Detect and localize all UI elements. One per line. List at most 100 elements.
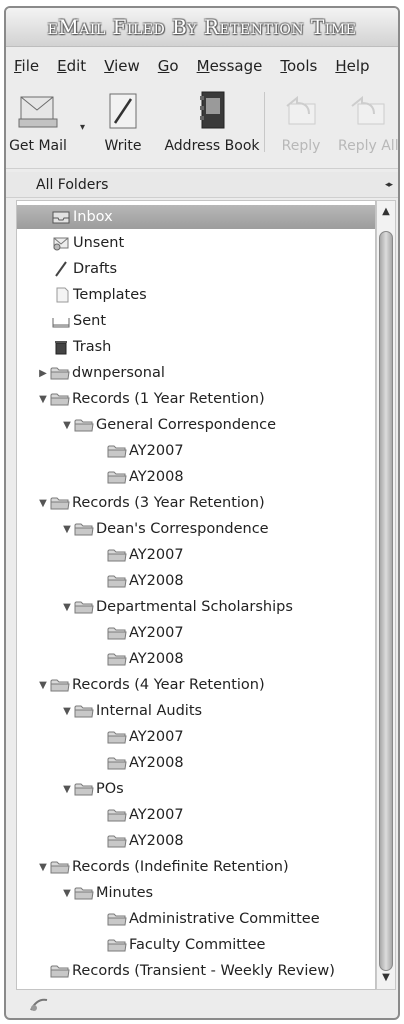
folder-drafts[interactable]: Drafts <box>51 257 117 281</box>
collapse-twisty-icon[interactable]: ▼ <box>61 420 73 431</box>
folder-deans-correspondence[interactable]: ▼ Dean's Correspondence <box>61 517 268 541</box>
get-mail-label: Get Mail <box>9 138 67 154</box>
folder-icon <box>107 807 127 823</box>
address-book-button[interactable]: Address Book <box>162 90 262 154</box>
collapse-twisty-icon[interactable]: ▼ <box>37 498 49 509</box>
folder-records-3-year[interactable]: ▼ Records (3 Year Retention) <box>37 491 265 515</box>
folder-tree-scrollbar[interactable]: ▲ ▼ <box>376 200 396 990</box>
scroll-down-icon[interactable]: ▼ <box>377 969 395 987</box>
menu-go[interactable]: Go <box>149 57 188 75</box>
folder-ay2008[interactable]: AY2008 <box>107 569 184 593</box>
folder-label: AY2007 <box>129 443 184 459</box>
write-button[interactable]: Write <box>98 90 148 154</box>
folder-icon <box>107 651 127 667</box>
menu-file[interactable]: File <box>6 57 48 75</box>
folder-icon <box>50 963 70 979</box>
folder-label: Sent <box>73 313 107 329</box>
folder-inbox[interactable]: Inbox <box>17 205 375 229</box>
folder-ay2007[interactable]: AY2007 <box>107 803 184 827</box>
collapse-twisty-icon[interactable]: ▼ <box>61 602 73 613</box>
folder-icon <box>107 547 127 563</box>
folder-faculty-committee[interactable]: Faculty Committee <box>107 933 265 957</box>
folder-label: AY2007 <box>129 547 184 563</box>
collapse-twisty-icon[interactable]: ▼ <box>37 680 49 691</box>
folder-pane-header[interactable]: All Folders ◂▸ <box>6 172 398 198</box>
folder-trash[interactable]: Trash <box>51 335 111 359</box>
folder-ay2007[interactable]: AY2007 <box>107 621 184 645</box>
collapse-twisty-icon[interactable]: ▼ <box>61 784 73 795</box>
offline-status-icon[interactable] <box>28 994 50 1014</box>
address-book-icon <box>200 91 225 129</box>
menu-help[interactable]: Help <box>326 57 378 75</box>
folder-ay2008[interactable]: AY2008 <box>107 647 184 671</box>
folder-minutes[interactable]: ▼ Minutes <box>61 881 153 905</box>
menu-message[interactable]: Message <box>188 57 272 75</box>
folder-icon <box>50 365 70 381</box>
folder-unsent[interactable]: Unsent <box>51 231 124 255</box>
sent-icon <box>52 318 70 328</box>
menu-tools[interactable]: Tools <box>271 57 326 75</box>
folder-records-transient[interactable]: Records (Transient - Weekly Review) <box>50 959 335 983</box>
folder-internal-audits[interactable]: ▼ Internal Audits <box>61 699 202 723</box>
folder-icon <box>107 833 127 849</box>
folder-ay2008[interactable]: AY2008 <box>107 829 184 853</box>
write-icon <box>109 93 137 129</box>
folder-label: Records (Indefinite Retention) <box>72 859 289 875</box>
menu-edit[interactable]: Edit <box>48 57 95 75</box>
reply-icon <box>286 95 316 125</box>
folder-general-correspondence[interactable]: ▼ General Correspondence <box>61 413 276 437</box>
folder-sent[interactable]: Sent <box>51 309 106 333</box>
folder-records-indefinite[interactable]: ▼ Records (Indefinite Retention) <box>37 855 289 879</box>
folder-administrative-committee[interactable]: Administrative Committee <box>107 907 320 931</box>
folder-ay2008[interactable]: AY2008 <box>107 465 184 489</box>
collapse-twisty-icon[interactable]: ▼ <box>37 862 49 873</box>
get-mail-button[interactable]: Get Mail <box>6 90 70 154</box>
folder-label: Faculty Committee <box>129 937 266 953</box>
folder-label: Trash <box>73 339 112 355</box>
reply-button[interactable]: Reply <box>278 90 324 154</box>
reply-all-button[interactable]: Reply All <box>338 90 398 154</box>
folder-icon <box>74 521 94 537</box>
folder-dwnpersonal[interactable]: ▶ dwnpersonal <box>37 361 165 385</box>
folder-icon <box>74 417 94 433</box>
menu-bar: File Edit View Go Message Tools Help <box>6 52 398 80</box>
folder-records-1-year[interactable]: ▼ Records (1 Year Retention) <box>37 387 265 411</box>
folder-ay2007[interactable]: AY2007 <box>107 543 184 567</box>
window-title: eMail Filed By Retention Time <box>47 15 357 39</box>
folder-label: Inbox <box>73 209 113 225</box>
scroll-up-icon[interactable]: ▲ <box>377 203 395 221</box>
trash-icon <box>55 341 67 355</box>
folder-ay2008[interactable]: AY2008 <box>107 751 184 775</box>
folder-templates[interactable]: Templates <box>51 283 147 307</box>
get-mail-icon <box>18 96 58 128</box>
collapse-twisty-icon[interactable]: ▼ <box>37 394 49 405</box>
folder-label: AY2008 <box>129 469 184 485</box>
menu-view[interactable]: View <box>95 57 149 75</box>
reply-label: Reply <box>281 138 321 154</box>
folder-ay2007[interactable]: AY2007 <box>107 725 184 749</box>
folder-icon <box>107 573 127 589</box>
folder-icon <box>107 755 127 771</box>
folder-label: Drafts <box>73 261 118 277</box>
folder-pos[interactable]: ▼ POs <box>61 777 124 801</box>
drafts-icon <box>55 261 67 277</box>
scrollbar-thumb[interactable] <box>379 231 393 971</box>
folder-icon <box>107 443 127 459</box>
folder-view-arrows-icon[interactable]: ◂▸ <box>385 180 393 190</box>
folder-records-4-year[interactable]: ▼ Records (4 Year Retention) <box>37 673 265 697</box>
collapse-twisty-icon[interactable]: ▼ <box>61 706 73 717</box>
folder-label: dwnpersonal <box>72 365 165 381</box>
folder-label: Templates <box>73 287 147 303</box>
mail-window: eMail Filed By Retention Time File Edit … <box>4 6 400 1020</box>
folder-label: AY2008 <box>129 833 184 849</box>
get-mail-dropdown-icon[interactable]: ▾ <box>80 122 85 133</box>
window-titlebar: eMail Filed By Retention Time <box>6 8 398 47</box>
folder-icon <box>107 911 127 927</box>
folder-icon <box>50 495 70 511</box>
expand-twisty-icon[interactable]: ▶ <box>37 368 49 379</box>
collapse-twisty-icon[interactable]: ▼ <box>61 888 73 899</box>
collapse-twisty-icon[interactable]: ▼ <box>61 524 73 535</box>
folder-ay2007[interactable]: AY2007 <box>107 439 184 463</box>
address-book-label: Address Book <box>164 138 260 154</box>
folder-departmental-scholarships[interactable]: ▼ Departmental Scholarships <box>61 595 293 619</box>
